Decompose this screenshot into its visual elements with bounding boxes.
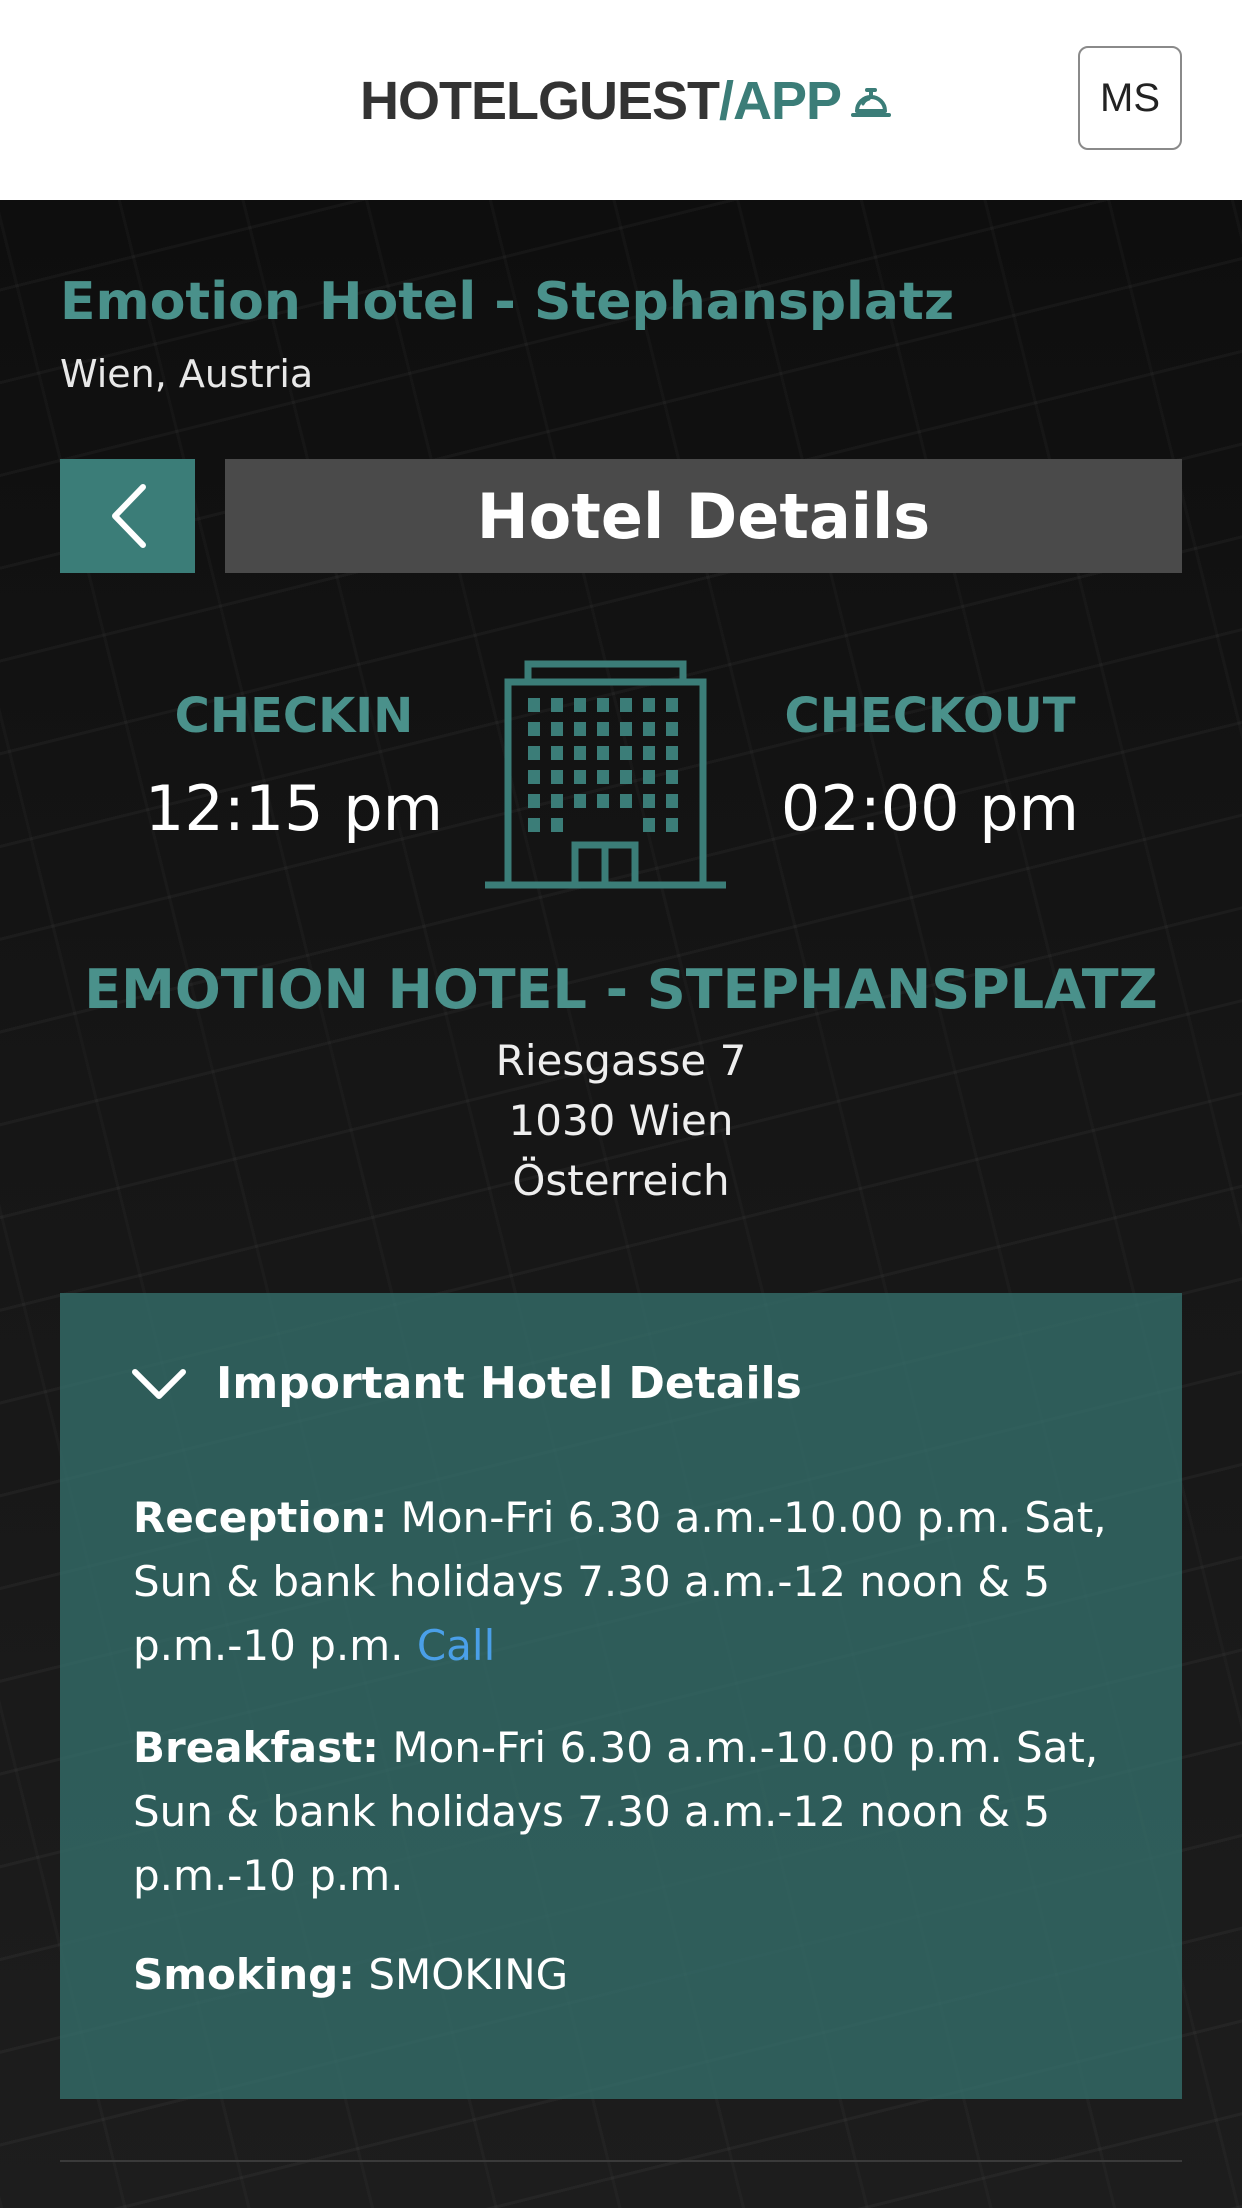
hotel-location: Wien, Austria [60,352,314,396]
address-city: 1030 Wien [508,1096,734,1145]
hotel-building-icon [485,660,726,889]
breakfast-label: Breakfast: [133,1723,379,1772]
checkout-label: CHECKOUT [784,688,1076,744]
breakfast-info: Breakfast: Mon-Fri 6.30 a.m.-10.00 p.m. … [133,1716,1133,1908]
chevron-left-icon [111,484,146,548]
app-header: HOTELGUEST/APP MS [0,0,1242,200]
important-details-panel: Important Hotel Details Reception: Mon-F… [60,1293,1182,2099]
address-street: Riesgasse 7 [495,1036,747,1085]
section-divider [60,2160,1182,2162]
hotel-name: Emotion Hotel - Stephansplatz [60,272,955,332]
reception-label: Reception: [133,1493,388,1542]
smoking-value: SMOKING [368,1950,569,1999]
details-heading: Important Hotel Details [216,1358,802,1409]
app-logo[interactable]: HOTELGUEST/APP [360,66,895,136]
main-content: Emotion Hotel - Stephansplatz Wien, Aust… [0,200,1242,2208]
address-hotel-name: EMOTION HOTEL - STEPHANSPLATZ [84,958,1158,1021]
checkin-label: CHECKIN [174,688,414,744]
user-avatar-button[interactable]: MS [1078,46,1182,150]
logo-text-app: /APP [719,71,842,131]
chevron-down-icon [132,1368,186,1399]
logo-text-hotelguest: HOTELGUEST [360,71,720,131]
reception-info: Reception: Mon-Fri 6.30 a.m.-10.00 p.m. … [133,1486,1133,1678]
address-country: Österreich [512,1156,730,1205]
back-button[interactable] [60,459,195,573]
service-bell-icon [851,88,892,117]
smoking-label: Smoking: [133,1950,355,1999]
checkin-time: 12:15 pm [144,772,444,845]
details-accordion-toggle[interactable]: Important Hotel Details [130,1358,802,1409]
checkout-time: 02:00 pm [780,772,1080,845]
smoking-info: Smoking: SMOKING [133,1943,1133,2007]
page-title: Hotel Details [225,459,1182,573]
call-link[interactable]: Call [417,1621,495,1670]
